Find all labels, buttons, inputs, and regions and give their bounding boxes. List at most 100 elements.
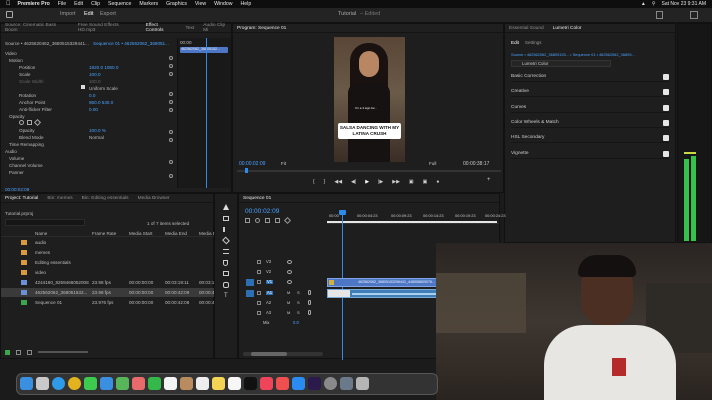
fit-select[interactable]: Fit — [281, 161, 286, 167]
reset-icon[interactable] — [169, 64, 173, 68]
creative-checkbox[interactable] — [663, 89, 669, 95]
track-v3[interactable]: V3 — [239, 258, 327, 267]
subtab-edit[interactable]: Edit — [511, 40, 519, 46]
tab-media-browser[interactable]: Media Browser — [138, 196, 170, 201]
menu-app-name[interactable]: Premiere Pro — [18, 1, 50, 7]
fullscreen-icon[interactable] — [690, 11, 698, 19]
menu-help[interactable]: Help — [241, 1, 252, 7]
timeline-hscroll[interactable] — [243, 352, 323, 356]
search-icon[interactable]: ⚲ — [652, 1, 656, 7]
facetime-icon[interactable] — [148, 377, 161, 390]
safari-icon[interactable] — [52, 377, 65, 390]
go-to-out-icon[interactable]: ▶▶ — [392, 179, 400, 185]
photos-icon[interactable] — [132, 377, 145, 390]
antiflicker-value[interactable]: 0.00 — [89, 107, 98, 112]
track-v1[interactable]: V1 — [239, 278, 327, 287]
step-forward-icon[interactable]: |▶ — [378, 179, 383, 185]
tab-project[interactable]: Project: Tutorial — [5, 196, 38, 201]
share-icon[interactable] — [656, 11, 663, 19]
opacity-value[interactable]: 100.0 % — [89, 128, 106, 133]
scale-value[interactable]: 100.0 — [89, 72, 101, 77]
freeform-icon[interactable] — [228, 377, 241, 390]
ec-playhead[interactable] — [206, 38, 207, 188]
hsl-secondary-checkbox[interactable] — [663, 135, 669, 141]
music-icon[interactable] — [260, 377, 273, 390]
menu-window[interactable]: Window — [214, 1, 232, 7]
track-select-tool-icon[interactable] — [223, 216, 229, 221]
basic-correction-checkbox[interactable] — [663, 74, 669, 80]
list-item[interactable]: audio — [1, 238, 215, 247]
section-creative[interactable]: Creative — [511, 87, 669, 97]
zoom-slider[interactable] — [38, 351, 88, 353]
tab-source[interactable]: Source: Cinematic Bass Boom — [5, 23, 69, 33]
ripple-edit-tool-icon[interactable] — [223, 227, 229, 232]
col-frame-rate[interactable]: Frame Rate — [92, 231, 116, 236]
lock-icon[interactable] — [257, 280, 261, 284]
reset-icon[interactable] — [169, 92, 173, 96]
uniform-scale-checkbox[interactable] — [81, 85, 85, 89]
notes-icon[interactable] — [212, 377, 225, 390]
col-name[interactable]: Name — [35, 231, 47, 236]
pencil-icon[interactable] — [5, 349, 10, 355]
trash-icon[interactable] — [356, 377, 369, 390]
timeline-hscroll-thumb[interactable] — [251, 352, 287, 356]
appstore-icon[interactable] — [292, 377, 305, 390]
settings-icon[interactable] — [324, 377, 337, 390]
section-basic-correction[interactable]: Basic Correction — [511, 72, 669, 82]
mark-out-icon[interactable]: } — [324, 179, 326, 185]
mic-icon[interactable] — [308, 290, 311, 295]
ec-timecode[interactable]: 00:00:02:09 — [5, 187, 29, 192]
reset-icon[interactable] — [169, 174, 173, 178]
section-color-wheels[interactable]: Color Wheels & Match — [511, 118, 669, 128]
nest-icon[interactable] — [245, 218, 250, 223]
track-mix[interactable]: Mix 0.0 — [239, 319, 327, 328]
tab-lumetri-color[interactable]: Lumetri Color — [553, 26, 582, 31]
section-time-remapping[interactable]: Time Remapping — [9, 142, 44, 147]
track-v2[interactable]: V2 — [239, 268, 327, 277]
anchor-value[interactable]: 960.0 540.0 — [89, 100, 113, 105]
hand-tool-icon[interactable] — [223, 282, 229, 288]
news-icon[interactable] — [276, 377, 289, 390]
list-item[interactable]: 4244160_8259466052008 23.98 fps 00:00:00:0… — [1, 278, 223, 287]
chrome-icon[interactable] — [68, 377, 81, 390]
lock-icon[interactable] — [257, 291, 261, 295]
reset-icon[interactable] — [169, 130, 173, 134]
color-wheels-checkbox[interactable] — [663, 120, 669, 126]
program-title[interactable]: Program: Sequence 01 — [237, 26, 286, 31]
menu-graphics[interactable]: Graphics — [166, 1, 187, 7]
snap-icon[interactable] — [255, 218, 260, 223]
rotation-value[interactable]: 0.0 — [89, 93, 95, 98]
button-editor-icon[interactable]: + — [487, 177, 491, 183]
razor-tool-icon[interactable] — [222, 236, 230, 245]
timeline-timecode[interactable]: 00:00:02:09 — [245, 208, 279, 216]
eye-icon[interactable] — [287, 260, 292, 264]
list-item[interactable]: Sequence 01 23.976 fps 00:00:00:00 00:00:42… — [1, 298, 223, 307]
section-curves[interactable]: Curves — [511, 103, 669, 113]
calendar-icon[interactable] — [164, 377, 177, 390]
eye-icon[interactable] — [287, 280, 292, 284]
tab-effect-controls[interactable]: Effect Controls — [146, 23, 177, 33]
work-area-bar[interactable] — [327, 221, 497, 223]
section-motion[interactable]: Motion — [9, 58, 23, 63]
ec-clip[interactable]: 462562062_36805152... — [180, 47, 228, 53]
icon-view-icon[interactable] — [27, 349, 32, 355]
lumetri-dropdown[interactable]: Lumetri Color — [511, 60, 611, 67]
lumetri-source-line[interactable]: Source • 462562062_36805153... • Sequenc… — [511, 53, 635, 57]
program-timecode-left[interactable]: 00:00:02:09 — [239, 162, 265, 167]
rectangle-tool-icon[interactable] — [223, 271, 229, 276]
quality-select[interactable]: Full — [429, 161, 436, 167]
vignette-checkbox[interactable] — [663, 151, 669, 157]
tab-edit[interactable]: Edit — [84, 11, 93, 18]
mute-button[interactable]: M — [287, 311, 290, 315]
apple-icon[interactable]:  — [6, 1, 11, 7]
section-panner[interactable]: Panner — [9, 170, 24, 175]
export-frame-icon[interactable]: ▣ — [423, 179, 428, 185]
menu-clip[interactable]: Clip — [91, 1, 100, 7]
list-item[interactable]: Editing essentials — [1, 258, 215, 267]
solo-button[interactable]: S — [297, 301, 300, 305]
section-hsl-secondary[interactable]: HSL Secondary — [511, 133, 669, 143]
menu-file[interactable]: File — [58, 1, 66, 7]
mail-icon[interactable] — [100, 377, 113, 390]
eye-icon[interactable] — [287, 270, 292, 274]
blend-mode-select[interactable]: Normal — [89, 135, 104, 140]
